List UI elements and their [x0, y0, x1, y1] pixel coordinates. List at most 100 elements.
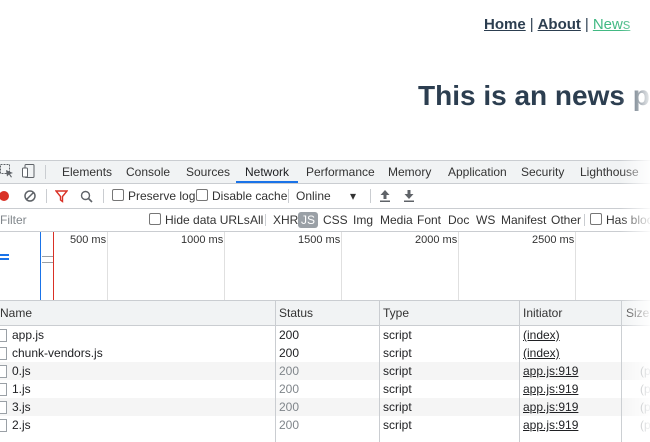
page-heading: This is an news pa: [418, 80, 650, 111]
filter-type-js[interactable]: JS: [298, 209, 319, 231]
search-icon[interactable]: [80, 190, 93, 203]
disable-cache-label: Disable cache: [212, 189, 288, 203]
checkbox-box: [196, 189, 208, 201]
throttling-select[interactable]: Online ▾: [296, 184, 360, 208]
request-initiator-link[interactable]: (index): [523, 326, 560, 344]
table-row[interactable]: chunk-vendors.js 200 script (index): [0, 344, 650, 362]
column-header-size[interactable]: Size: [626, 301, 649, 325]
filter-type-label: All: [250, 213, 264, 227]
nav-link-about[interactable]: About: [538, 16, 581, 33]
hide-data-urls-checkbox[interactable]: Hide data URLs: [149, 209, 250, 231]
request-type: script: [383, 364, 412, 378]
tab-sources[interactable]: Sources: [186, 161, 230, 183]
throttling-value: Online: [296, 189, 331, 203]
request-status: 200: [279, 364, 300, 378]
record-icon[interactable]: [0, 190, 11, 202]
toolbar-divider: [370, 189, 371, 203]
column-header-initiator[interactable]: Initiator: [523, 301, 562, 325]
filter-type-media[interactable]: Media: [377, 209, 416, 231]
network-overview-timeline[interactable]: 500 ms 1000 ms 1500 ms 2000 ms 2500 ms: [0, 232, 650, 301]
request-size: (p: [640, 400, 650, 414]
table-row[interactable]: 3.js 200 script app.js:919 (p: [0, 398, 650, 416]
nav-link-home[interactable]: Home: [484, 16, 526, 33]
request-status: 200: [279, 328, 300, 342]
file-icon: [0, 383, 7, 396]
filter-type-label: WS: [476, 213, 496, 227]
column-header-name[interactable]: Name: [0, 301, 32, 325]
devtools-panel: Elements Console Sources Network Perform…: [0, 160, 650, 442]
request-status: 200: [279, 418, 300, 432]
tab-performance[interactable]: Performance: [306, 161, 375, 183]
filter-type-other[interactable]: Other: [548, 209, 584, 231]
tab-application[interactable]: Application: [448, 161, 507, 183]
column-header-status[interactable]: Status: [279, 301, 313, 325]
tab-console[interactable]: Console: [126, 161, 170, 183]
export-har-icon[interactable]: [403, 189, 415, 203]
chevron-down-icon: ▾: [350, 189, 357, 203]
tab-lighthouse[interactable]: Lighthouse: [580, 161, 639, 183]
request-size: (p: [640, 382, 650, 396]
timeline-tick-label: 2500 ms: [532, 234, 575, 246]
filter-funnel-icon[interactable]: [54, 190, 69, 203]
tab-memory[interactable]: Memory: [388, 161, 431, 183]
toolbar-divider: [103, 189, 104, 203]
column-header-type[interactable]: Type: [383, 301, 409, 325]
request-name: chunk-vendors.js: [12, 346, 103, 360]
request-name: 0.js: [12, 364, 31, 378]
filter-input[interactable]: [0, 211, 136, 228]
filter-type-label: Other: [551, 213, 582, 227]
table-row[interactable]: app.js 200 script (index): [0, 326, 650, 344]
request-initiator-link[interactable]: app.js:919: [523, 362, 578, 380]
table-header: Name Status Type Initiator Size: [0, 301, 650, 326]
request-name: 2.js: [12, 418, 31, 432]
tab-network[interactable]: Network: [236, 161, 299, 183]
filter-type-manifest[interactable]: Manifest: [498, 209, 549, 231]
timeline-request-bar: [0, 258, 9, 260]
table-row[interactable]: 2.js 200 script app.js:919 (p: [0, 416, 650, 434]
webpage-area: Home | About | News This is an news pa: [0, 0, 650, 160]
tab-security[interactable]: Security: [521, 161, 564, 183]
filter-type-font[interactable]: Font: [414, 209, 444, 231]
filter-type-css[interactable]: CSS: [320, 209, 351, 231]
filter-type-doc[interactable]: Doc: [445, 209, 472, 231]
column-divider[interactable]: [379, 301, 380, 442]
table-row[interactable]: 0.js 200 script app.js:919 (p: [0, 362, 650, 380]
import-har-icon[interactable]: [379, 189, 391, 203]
column-divider[interactable]: [621, 301, 622, 442]
nav-link-news[interactable]: News: [593, 16, 631, 33]
filter-type-all[interactable]: All: [247, 209, 266, 231]
network-requests-table: Name Status Type Initiator Size app.js 2…: [0, 301, 650, 442]
file-icon: [0, 419, 7, 432]
timeline-gridline: [458, 232, 459, 300]
filter-type-ws[interactable]: WS: [473, 209, 498, 231]
column-divider[interactable]: [519, 301, 520, 442]
filter-type-label: Font: [417, 213, 442, 227]
request-type: script: [383, 418, 412, 432]
inspect-element-icon[interactable]: [0, 164, 14, 178]
timeline-request-bar: [0, 254, 9, 256]
device-toolbar-icon[interactable]: [22, 164, 36, 178]
toolbar-divider: [45, 165, 46, 179]
request-name: 3.js: [12, 400, 31, 414]
preserve-log-checkbox[interactable]: Preserve log: [112, 184, 195, 208]
hide-data-urls-label: Hide data URLs: [165, 213, 250, 227]
filter-type-img[interactable]: Img: [350, 209, 376, 231]
request-initiator-link[interactable]: app.js:919: [523, 416, 578, 434]
request-initiator-link[interactable]: app.js:919: [523, 380, 578, 398]
has-blocked-checkbox[interactable]: Has block: [590, 209, 650, 231]
table-row[interactable]: 1.js 200 script app.js:919 (p: [0, 380, 650, 398]
clear-icon[interactable]: [24, 190, 36, 202]
file-icon: [0, 401, 7, 414]
timeline-tick-label: 1000 ms: [181, 234, 224, 246]
filter-type-xhr[interactable]: XHR: [270, 209, 301, 231]
request-initiator-link[interactable]: app.js:919: [523, 398, 578, 416]
timeline-gridline: [107, 232, 108, 300]
disable-cache-checkbox[interactable]: Disable cache: [196, 184, 287, 208]
filter-type-label: Manifest: [501, 213, 547, 227]
network-toolbar: Preserve log Disable cache Online ▾: [0, 184, 650, 209]
has-blocked-label: Has block: [606, 213, 650, 227]
request-name: app.js: [12, 328, 45, 342]
tab-elements[interactable]: Elements: [62, 161, 112, 183]
request-initiator-link[interactable]: (index): [523, 344, 560, 362]
column-divider[interactable]: [275, 301, 276, 442]
